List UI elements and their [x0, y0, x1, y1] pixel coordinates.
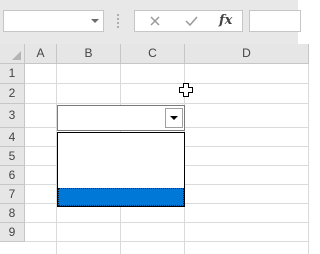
- cell-a5[interactable]: [25, 147, 57, 166]
- row-header-3[interactable]: 3: [0, 104, 25, 128]
- formula-bar-resize-handle[interactable]: [117, 13, 119, 29]
- cell-b2[interactable]: [57, 84, 121, 104]
- cell-d5[interactable]: [185, 147, 309, 166]
- cell-c1[interactable]: [121, 64, 185, 84]
- row-header-7[interactable]: 7: [0, 185, 25, 204]
- select-all-button[interactable]: [0, 44, 25, 64]
- cell-b9[interactable]: [57, 223, 121, 242]
- cell-d8[interactable]: [185, 204, 309, 223]
- dropdown-option[interactable]: [58, 133, 184, 151]
- cell-d3[interactable]: [185, 104, 309, 128]
- row-header-8[interactable]: 8: [0, 204, 25, 223]
- dropdown-option-highlighted[interactable]: [58, 188, 184, 206]
- chevron-down-icon: [170, 116, 178, 120]
- cell-d6[interactable]: [185, 166, 309, 185]
- name-box[interactable]: [3, 10, 104, 32]
- row-header-4[interactable]: 4: [0, 128, 25, 147]
- formula-bar: fx: [0, 0, 301, 44]
- close-icon[interactable]: [149, 15, 161, 27]
- cell-d7[interactable]: [185, 185, 309, 204]
- cell-c9[interactable]: [121, 223, 185, 242]
- column-header-a[interactable]: A: [25, 44, 57, 64]
- formula-buttons: fx: [134, 10, 243, 32]
- cell-a3[interactable]: [25, 104, 57, 128]
- column-header-b[interactable]: B: [57, 44, 121, 64]
- cell-d4[interactable]: [185, 128, 309, 147]
- insert-function-button[interactable]: fx: [219, 12, 232, 30]
- column-header-d[interactable]: D: [185, 44, 309, 64]
- cell-c10[interactable]: [121, 242, 185, 254]
- cell-b1[interactable]: [57, 64, 121, 84]
- cell-b10[interactable]: [57, 242, 121, 254]
- dropdown-button[interactable]: [165, 108, 183, 128]
- cell-a8[interactable]: [25, 204, 57, 223]
- cell-d1[interactable]: [185, 64, 309, 84]
- cell-a7[interactable]: [25, 185, 57, 204]
- row-header-5[interactable]: 5: [0, 147, 25, 166]
- cell-a4[interactable]: [25, 128, 57, 147]
- chevron-down-icon[interactable]: [91, 19, 99, 23]
- cell-a1[interactable]: [25, 64, 57, 84]
- row-header-1[interactable]: 1: [0, 64, 25, 84]
- cell-d2[interactable]: [185, 84, 309, 104]
- row-header-6[interactable]: 6: [0, 166, 25, 185]
- cell-a9[interactable]: [25, 223, 57, 242]
- column-header-c[interactable]: C: [121, 44, 185, 64]
- dropdown-option[interactable]: [58, 151, 184, 169]
- formula-input[interactable]: [249, 10, 301, 32]
- cell-a10[interactable]: [25, 242, 57, 254]
- dropdown-list[interactable]: [57, 132, 185, 207]
- cell-a2[interactable]: [25, 84, 57, 104]
- row-header-2[interactable]: 2: [0, 84, 25, 104]
- cell-d10[interactable]: [185, 242, 309, 254]
- cell-c2[interactable]: [121, 84, 185, 104]
- check-icon[interactable]: [185, 15, 198, 27]
- row-header-9[interactable]: 9: [0, 223, 25, 242]
- cell-select-cross-icon: [179, 83, 193, 97]
- dropdown-option[interactable]: [58, 169, 184, 187]
- cell-d9[interactable]: [185, 223, 309, 242]
- select-all-triangle-icon: [12, 51, 21, 60]
- cell-a6[interactable]: [25, 166, 57, 185]
